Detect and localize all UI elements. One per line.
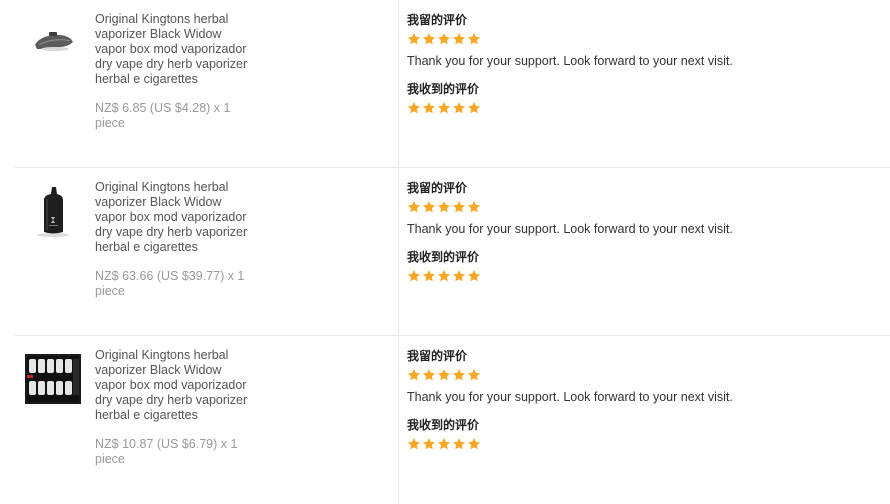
star-icon (452, 270, 466, 282)
product-title-link[interactable]: Original Kingtons herbal vaporizer Black… (95, 348, 255, 423)
product-title-link[interactable]: Original Kingtons herbal vaporizer Black… (95, 180, 255, 255)
my-review-label: 我留的评价 (407, 13, 468, 27)
received-review-label: 我收到的评价 (407, 82, 480, 96)
my-rating-stars (407, 32, 877, 46)
my-review-comment: Thank you for your support. Look forward… (407, 54, 733, 68)
star-icon (467, 201, 481, 213)
product-price: NZ$ 63.66 (US $39.77) x 1 piece (95, 269, 245, 298)
star-icon (452, 369, 466, 381)
star-icon (452, 438, 466, 450)
received-rating-stars (407, 101, 877, 115)
my-review-comment: Thank you for your support. Look forward… (407, 390, 733, 404)
star-icon (422, 102, 436, 114)
received-review-label: 我收到的评价 (407, 418, 480, 432)
star-icon (467, 438, 481, 450)
product-title-link[interactable]: Original Kingtons herbal vaporizer Black… (95, 12, 255, 87)
star-icon (437, 201, 451, 213)
my-review-label: 我留的评价 (407, 181, 468, 195)
star-icon (452, 102, 466, 114)
product-price: NZ$ 10.87 (US $6.79) x 1 piece (95, 437, 238, 466)
column-divider (398, 336, 399, 504)
star-icon (407, 270, 421, 282)
received-rating-stars (407, 437, 877, 451)
order-feedback-row: Original Kingtons herbal vaporizer Black… (0, 336, 890, 504)
black-vaporizer-device-icon (37, 187, 69, 237)
star-icon (467, 102, 481, 114)
product-info: Original Kingtons herbal vaporizer Black… (95, 348, 255, 467)
star-icon (437, 369, 451, 381)
star-icon (407, 438, 421, 450)
star-icon (437, 33, 451, 45)
column-divider (398, 0, 399, 168)
feedback-panel: 我留的评价 Thank you for your support. Look f… (407, 180, 877, 283)
star-icon (407, 369, 421, 381)
column-divider (398, 168, 399, 336)
feedback-panel: 我留的评价 Thank you for your support. Look f… (407, 12, 877, 115)
my-review-label: 我留的评价 (407, 349, 468, 363)
star-icon (452, 33, 466, 45)
star-icon (422, 33, 436, 45)
order-feedback-row: Original Kingtons herbal vaporizer Black… (0, 0, 890, 168)
product-info: Original Kingtons herbal vaporizer Black… (95, 180, 255, 299)
my-rating-stars (407, 200, 877, 214)
star-icon (467, 270, 481, 282)
star-icon (407, 102, 421, 114)
star-icon (437, 270, 451, 282)
product-info: Original Kingtons herbal vaporizer Black… (95, 12, 255, 131)
star-icon (422, 438, 436, 450)
my-rating-stars (407, 368, 877, 382)
star-icon (422, 369, 436, 381)
filter-tips-set-icon (25, 354, 81, 404)
feedback-panel: 我留的评价 Thank you for your support. Look f… (407, 348, 877, 451)
vaporizer-mouthpiece-icon (35, 32, 73, 51)
star-icon (437, 102, 451, 114)
star-icon (422, 201, 436, 213)
my-review-comment: Thank you for your support. Look forward… (407, 222, 733, 236)
star-icon (422, 270, 436, 282)
star-icon (467, 369, 481, 381)
order-feedback-list: Original Kingtons herbal vaporizer Black… (0, 0, 890, 504)
star-icon (407, 33, 421, 45)
received-review-label: 我收到的评价 (407, 250, 480, 264)
product-thumbnail-mouthpiece[interactable] (25, 15, 81, 71)
star-icon (467, 33, 481, 45)
product-thumbnail-tips[interactable] (25, 351, 81, 407)
star-icon (452, 201, 466, 213)
received-rating-stars (407, 269, 877, 283)
star-icon (437, 438, 451, 450)
product-price: NZ$ 6.85 (US $4.28) x 1 piece (95, 101, 231, 130)
product-thumbnail-device[interactable] (25, 183, 81, 239)
order-feedback-row: Original Kingtons herbal vaporizer Black… (0, 168, 890, 336)
star-icon (407, 201, 421, 213)
